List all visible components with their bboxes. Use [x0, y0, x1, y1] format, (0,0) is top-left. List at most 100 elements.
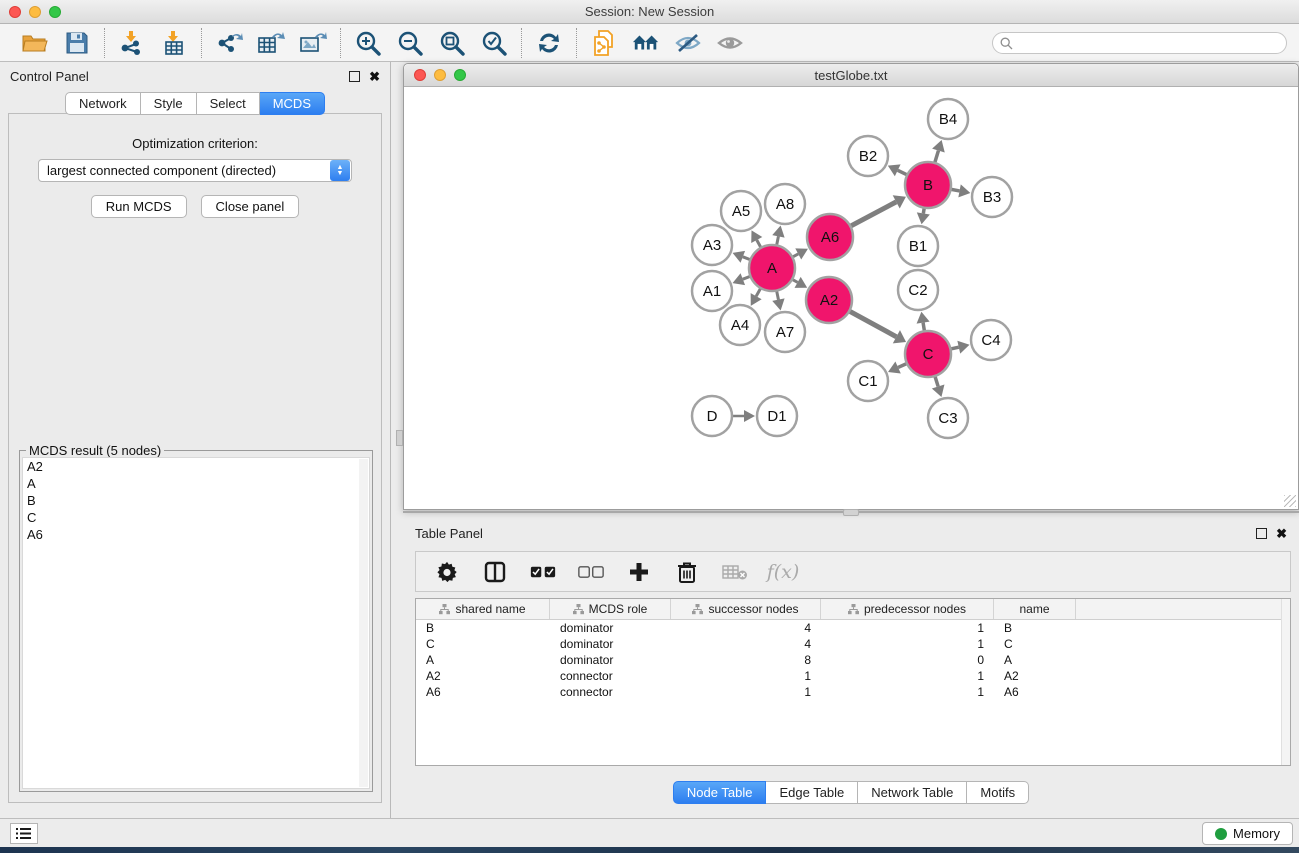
network-canvas[interactable]: B4B2BB3A8A5A6B1A3AC2A1A2A4A7C4CC1C3DD1: [404, 87, 1298, 509]
network-close-button[interactable]: [414, 69, 426, 81]
zoom-fit-icon[interactable]: [438, 30, 466, 56]
table-cell[interactable]: A: [416, 653, 550, 667]
tab-select[interactable]: Select: [197, 92, 260, 115]
add-column-icon[interactable]: [626, 559, 652, 585]
table-row[interactable]: Bdominator41B: [416, 620, 1290, 636]
new-network-from-selection-icon[interactable]: [590, 30, 618, 56]
close-panel-icon[interactable]: ✖: [369, 71, 380, 82]
column-visibility-icon[interactable]: [482, 559, 508, 585]
tab-node-table[interactable]: Node Table: [673, 781, 767, 804]
edge-A6-B[interactable]: [849, 202, 897, 227]
column-header-predecessor-nodes[interactable]: predecessor nodes: [821, 599, 994, 619]
memory-button[interactable]: Memory: [1202, 822, 1293, 845]
result-list-scrollbar[interactable]: [359, 459, 368, 787]
float-table-panel-icon[interactable]: [1256, 528, 1267, 539]
export-network-icon[interactable]: [215, 30, 243, 56]
close-table-panel-icon[interactable]: ✖: [1276, 528, 1287, 539]
column-header-shared-name[interactable]: shared name: [416, 599, 550, 619]
tab-network-table[interactable]: Network Table: [858, 781, 967, 804]
table-cell[interactable]: A2: [994, 669, 1076, 683]
tab-motifs[interactable]: Motifs: [967, 781, 1029, 804]
table-cell[interactable]: B: [994, 621, 1076, 635]
save-session-icon[interactable]: [63, 30, 91, 56]
table-cell[interactable]: 1: [821, 621, 994, 635]
export-image-icon[interactable]: [299, 30, 327, 56]
delete-column-icon[interactable]: [674, 559, 700, 585]
result-list-item[interactable]: C: [23, 509, 369, 526]
mcds-result-list[interactable]: A2ABCA6: [22, 457, 370, 789]
function-builder-icon[interactable]: f(x): [770, 559, 796, 585]
minimize-window-button[interactable]: [29, 6, 41, 18]
float-panel-icon[interactable]: [349, 71, 360, 82]
table-cell[interactable]: connector: [550, 669, 671, 683]
tab-style[interactable]: Style: [141, 92, 197, 115]
table-cell[interactable]: C: [994, 637, 1076, 651]
table-cell[interactable]: connector: [550, 685, 671, 699]
delete-table-icon[interactable]: [722, 559, 748, 585]
table-cell[interactable]: dominator: [550, 621, 671, 635]
search-input[interactable]: [1017, 36, 1286, 50]
table-cell[interactable]: A6: [416, 685, 550, 699]
table-cell[interactable]: dominator: [550, 653, 671, 667]
show-panels-button[interactable]: [10, 823, 38, 844]
column-header-successor-nodes[interactable]: successor nodes: [671, 599, 821, 619]
tab-network[interactable]: Network: [65, 92, 141, 115]
zoom-in-icon[interactable]: [354, 30, 382, 56]
table-cell[interactable]: A6: [994, 685, 1076, 699]
zoom-selected-icon[interactable]: [480, 30, 508, 56]
table-cell[interactable]: 1: [671, 669, 821, 683]
table-cell[interactable]: 4: [671, 621, 821, 635]
table-row[interactable]: A2connector11A2: [416, 668, 1290, 684]
table-row[interactable]: A6connector11A6: [416, 684, 1290, 700]
table-cell[interactable]: 1: [821, 669, 994, 683]
result-list-item[interactable]: A: [23, 475, 369, 492]
column-header-MCDS-role[interactable]: MCDS role: [550, 599, 671, 619]
import-table-icon[interactable]: [160, 30, 188, 56]
table-cell[interactable]: 0: [821, 653, 994, 667]
criterion-dropdown[interactable]: largest connected component (directed) ▲…: [38, 159, 352, 182]
network-window-titlebar[interactable]: testGlobe.txt: [404, 64, 1298, 87]
result-list-item[interactable]: A6: [23, 526, 369, 543]
search-field[interactable]: [992, 32, 1287, 54]
zoom-window-button[interactable]: [49, 6, 61, 18]
toggle-hide-icon[interactable]: [674, 30, 702, 56]
import-network-icon[interactable]: [118, 30, 146, 56]
table-cell[interactable]: C: [416, 637, 550, 651]
result-list-item[interactable]: A2: [23, 458, 369, 475]
close-window-button[interactable]: [9, 6, 21, 18]
deselect-all-checkboxes-icon[interactable]: [578, 559, 604, 585]
show-view-icon[interactable]: [716, 30, 744, 56]
home-view-icon[interactable]: [632, 30, 660, 56]
table-cell[interactable]: B: [416, 621, 550, 635]
network-minimize-button[interactable]: [434, 69, 446, 81]
export-table-icon[interactable]: [257, 30, 285, 56]
table-cell[interactable]: 1: [821, 637, 994, 651]
table-settings-icon[interactable]: [434, 559, 460, 585]
column-header-name[interactable]: name: [994, 599, 1076, 619]
table-cell[interactable]: A2: [416, 669, 550, 683]
open-session-icon[interactable]: [21, 30, 49, 56]
table-cell[interactable]: dominator: [550, 637, 671, 651]
network-zoom-button[interactable]: [454, 69, 466, 81]
table-cell[interactable]: 1: [821, 685, 994, 699]
table-cell[interactable]: 4: [671, 637, 821, 651]
refresh-icon[interactable]: [535, 30, 563, 56]
main-toolbar: [0, 24, 1299, 62]
table-scrollbar[interactable]: [1281, 599, 1290, 765]
run-mcds-button[interactable]: Run MCDS: [91, 195, 187, 218]
select-all-checkboxes-icon[interactable]: [530, 559, 556, 585]
tab-mcds[interactable]: MCDS: [260, 92, 325, 115]
table-row[interactable]: Cdominator41C: [416, 636, 1290, 652]
table-row[interactable]: Adominator80A: [416, 652, 1290, 668]
resize-grip-icon[interactable]: [1284, 495, 1296, 507]
edge-A2-C[interactable]: [847, 310, 896, 337]
close-panel-button[interactable]: Close panel: [201, 195, 300, 218]
table-cell[interactable]: A: [994, 653, 1076, 667]
table-cell[interactable]: 8: [671, 653, 821, 667]
table-cell[interactable]: 1: [671, 685, 821, 699]
horizontal-splitter-handle[interactable]: [843, 509, 859, 516]
result-list-item[interactable]: B: [23, 492, 369, 509]
vertical-splitter-handle[interactable]: [396, 430, 403, 446]
zoom-out-icon[interactable]: [396, 30, 424, 56]
tab-edge-table[interactable]: Edge Table: [766, 781, 858, 804]
